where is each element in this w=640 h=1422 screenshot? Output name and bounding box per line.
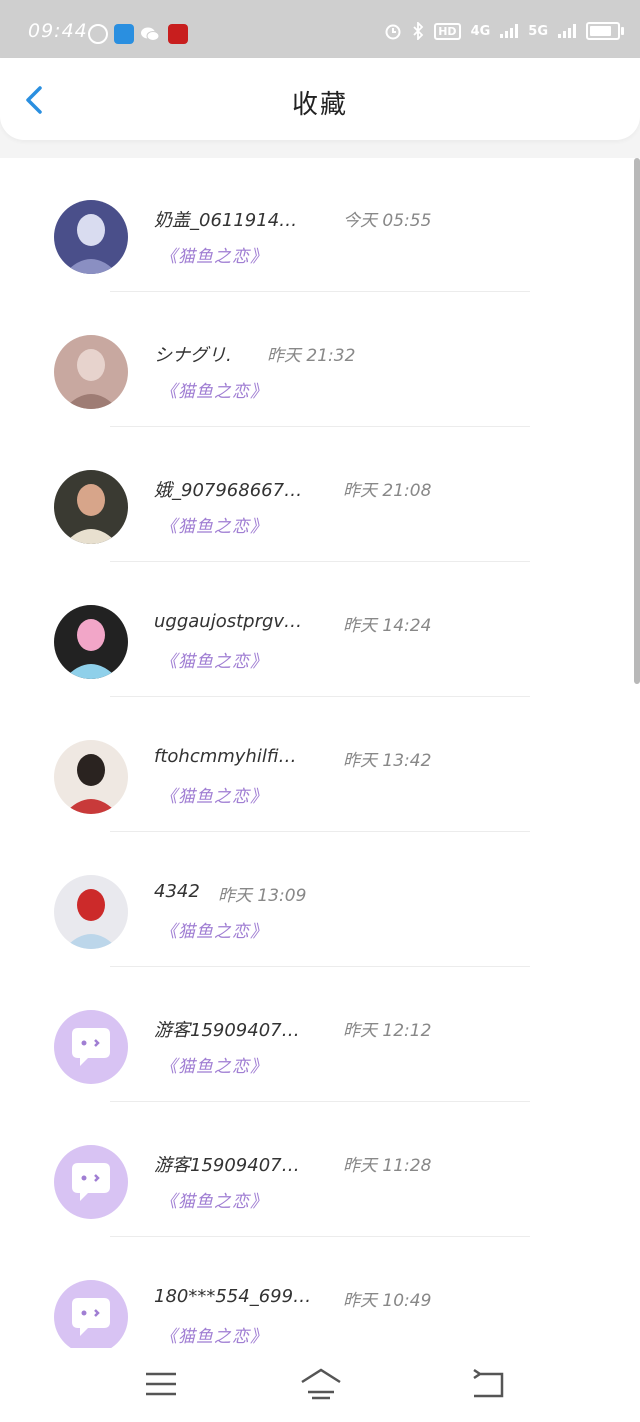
home-button[interactable] (300, 1368, 341, 1400)
favorite-user-name: 4342 (154, 881, 200, 902)
hd-indicator: HD (434, 22, 461, 40)
bluetooth-icon (413, 22, 424, 40)
row-divider (110, 696, 530, 697)
favorite-row[interactable]: シナグリ. 昨天 21:32 《猫鱼之恋》 (0, 293, 640, 427)
row-divider (110, 1101, 530, 1102)
home-icon (301, 1368, 341, 1400)
favorites-list[interactable]: 奶盖_0611914… 今天 05:55 《猫鱼之恋》 シナグリ. 昨天 21:32 《猫… (0, 158, 640, 1348)
avatar[interactable] (54, 875, 128, 949)
page-title: 收藏 (291, 90, 348, 120)
favorite-work-tag[interactable]: 《猫鱼之恋》 (160, 647, 268, 672)
avatar[interactable] (54, 740, 128, 814)
favorite-time: 昨天 21:32 (267, 346, 356, 366)
favorite-time: 昨天 10:49 (343, 1291, 432, 1311)
favorite-time: 今天 05:55 (343, 211, 432, 231)
favorite-row[interactable]: uggaujostprgv… 昨天 14:24 《猫鱼之恋》 (0, 563, 640, 697)
chat-bubble-icon (54, 1010, 128, 1084)
avatar[interactable] (54, 200, 128, 274)
favorite-row[interactable]: 奶盖_0611914… 今天 05:55 《猫鱼之恋》 (0, 158, 640, 292)
system-nav-bar (0, 1348, 640, 1422)
avatar[interactable] (54, 605, 128, 679)
chat-bubble-icon (54, 1280, 128, 1348)
wechat-icon (140, 24, 160, 44)
favorite-user-name: uggaujostprgv… (154, 611, 303, 632)
favorite-work-tag[interactable]: 《猫鱼之恋》 (160, 377, 268, 402)
favorite-user-name: 娥_907968667… (154, 480, 303, 501)
favorite-work-tag[interactable]: 《猫鱼之恋》 (160, 1052, 268, 1077)
user-photo (54, 470, 128, 544)
4g-indicator: 4G (470, 23, 491, 39)
favorite-user-name: 游客15909407… (154, 1155, 300, 1176)
favorite-time: 昨天 11:28 (343, 1156, 432, 1176)
favorite-user-name: 游客15909407… (154, 1020, 300, 1041)
favorite-row[interactable]: 4342 昨天 13:09 《猫鱼之恋》 (0, 833, 640, 967)
alarm-icon (385, 24, 401, 40)
menu-button[interactable] (142, 1368, 182, 1400)
user-photo (54, 200, 128, 274)
signal-icon-2 (558, 24, 576, 38)
avatar[interactable] (54, 470, 128, 544)
avatar[interactable] (54, 1280, 128, 1348)
k-app-icon (88, 24, 108, 44)
favorite-time: 昨天 13:42 (343, 751, 432, 771)
favorite-row[interactable]: ftohcmmyhilfi… 昨天 13:42 《猫鱼之恋》 (0, 698, 640, 832)
user-photo (54, 740, 128, 814)
favorite-work-tag[interactable]: 《猫鱼之恋》 (160, 512, 268, 537)
app-notification-icon (114, 24, 134, 44)
favorite-row[interactable]: 游客15909407… 昨天 11:28 《猫鱼之恋》 (0, 1103, 640, 1237)
favorite-user-name: ftohcmmyhilfi… (154, 746, 297, 767)
user-photo (54, 605, 128, 679)
signal-icon (500, 24, 519, 38)
row-divider (110, 291, 530, 292)
favorite-time: 昨天 14:24 (343, 616, 432, 636)
avatar[interactable] (54, 1145, 128, 1219)
favorite-user-name: 奶盖_0611914… (154, 210, 298, 231)
favorite-user-name: シナグリ. (154, 345, 232, 366)
battery-icon (586, 22, 624, 40)
favorite-row[interactable]: 娥_907968667… 昨天 21:08 《猫鱼之恋》 (0, 428, 640, 562)
avatar[interactable] (54, 335, 128, 409)
status-time: 09:44 (28, 20, 88, 42)
favorite-time: 昨天 13:09 (218, 886, 307, 906)
favorite-work-tag[interactable]: 《猫鱼之恋》 (160, 1322, 268, 1347)
user-photo (54, 335, 128, 409)
favorite-work-tag[interactable]: 《猫鱼之恋》 (160, 242, 268, 267)
favorite-work-tag[interactable]: 《猫鱼之恋》 (160, 917, 268, 942)
nav-back-button[interactable] (470, 1368, 510, 1400)
avatar[interactable] (54, 1010, 128, 1084)
favorite-user-name: 180***554_699… (154, 1286, 312, 1307)
5g-indicator: 5G (528, 23, 548, 39)
favorite-row[interactable]: 游客15909407… 昨天 12:12 《猫鱼之恋》 (0, 968, 640, 1102)
app-header: 收藏 (0, 58, 640, 140)
favorite-row[interactable]: 180***554_699… 昨天 10:49 《猫鱼之恋》 (0, 1238, 640, 1348)
row-divider (110, 966, 530, 967)
row-divider (110, 561, 530, 562)
status-bar: 09:44 HD 4G 5G (0, 0, 640, 64)
row-divider (110, 426, 530, 427)
back-icon (473, 1368, 504, 1398)
favorite-work-tag[interactable]: 《猫鱼之恋》 (160, 782, 268, 807)
menu-icon (146, 1372, 176, 1396)
favorite-work-tag[interactable]: 《猫鱼之恋》 (160, 1187, 268, 1212)
red-app-icon (168, 24, 188, 44)
user-photo (54, 875, 128, 949)
row-divider (110, 831, 530, 832)
favorite-time: 昨天 12:12 (343, 1021, 432, 1041)
chat-bubble-icon (54, 1145, 128, 1219)
favorite-time: 昨天 21:08 (343, 481, 432, 501)
row-divider (110, 1236, 530, 1237)
